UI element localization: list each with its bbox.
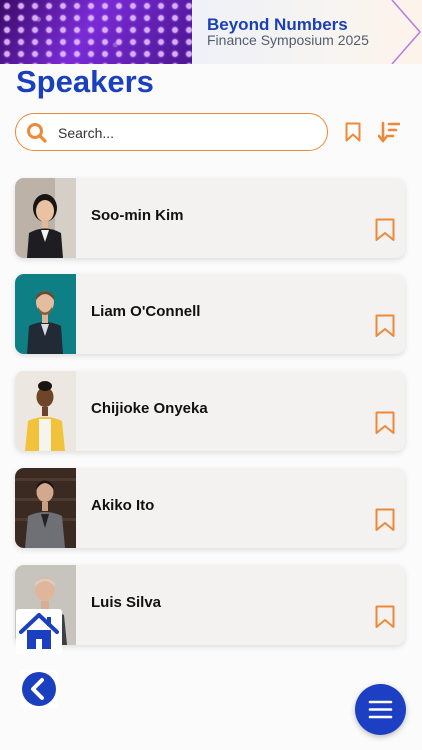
speaker-card[interactable]: Liam O'Connell: [15, 274, 405, 354]
banner-subtitle: Finance Symposium 2025: [207, 32, 369, 48]
speaker-card[interactable]: Chijioke Onyeka: [15, 371, 405, 451]
speaker-photo: [15, 274, 76, 354]
speaker-name: Luis Silva: [91, 594, 162, 611]
bookmark-filter-icon[interactable]: [345, 122, 361, 142]
search-input[interactable]: [56, 120, 320, 146]
speaker-photo: [15, 371, 76, 451]
speaker-photo: [15, 178, 76, 258]
sort-descending-icon[interactable]: [378, 121, 400, 143]
speaker-name: Soo-min Kim: [91, 207, 184, 224]
bookmark-icon[interactable]: [375, 605, 395, 629]
page-title: Speakers: [16, 64, 154, 99]
back-chevron-icon: [22, 672, 56, 706]
home-icon: [19, 613, 59, 649]
speaker-photo: [15, 468, 76, 548]
speaker-name: Chijioke Onyeka: [91, 400, 208, 417]
bookmark-icon[interactable]: [375, 411, 395, 435]
speaker-card[interactable]: Soo-min Kim: [15, 178, 405, 258]
banner-chevron-icon: [391, 0, 421, 64]
banner-text-area: Beyond Numbers Finance Symposium 2025: [192, 0, 422, 64]
speaker-card[interactable]: Luis Silva: [15, 565, 405, 645]
event-banner[interactable]: Beyond Numbers Finance Symposium 2025: [0, 0, 422, 64]
menu-button[interactable]: [355, 684, 406, 735]
search-icon: [27, 123, 47, 143]
search-box[interactable]: [15, 113, 328, 151]
bookmark-icon[interactable]: [375, 508, 395, 532]
back-button[interactable]: [20, 670, 58, 708]
bookmark-icon[interactable]: [375, 314, 395, 338]
speaker-card[interactable]: Akiko Ito: [15, 468, 405, 548]
home-button[interactable]: [16, 609, 62, 655]
speaker-name: Liam O'Connell: [91, 303, 201, 320]
banner-image: [0, 0, 192, 64]
bookmark-icon[interactable]: [375, 218, 395, 242]
speaker-name: Akiko Ito: [91, 497, 155, 514]
hamburger-menu-icon: [368, 700, 393, 719]
